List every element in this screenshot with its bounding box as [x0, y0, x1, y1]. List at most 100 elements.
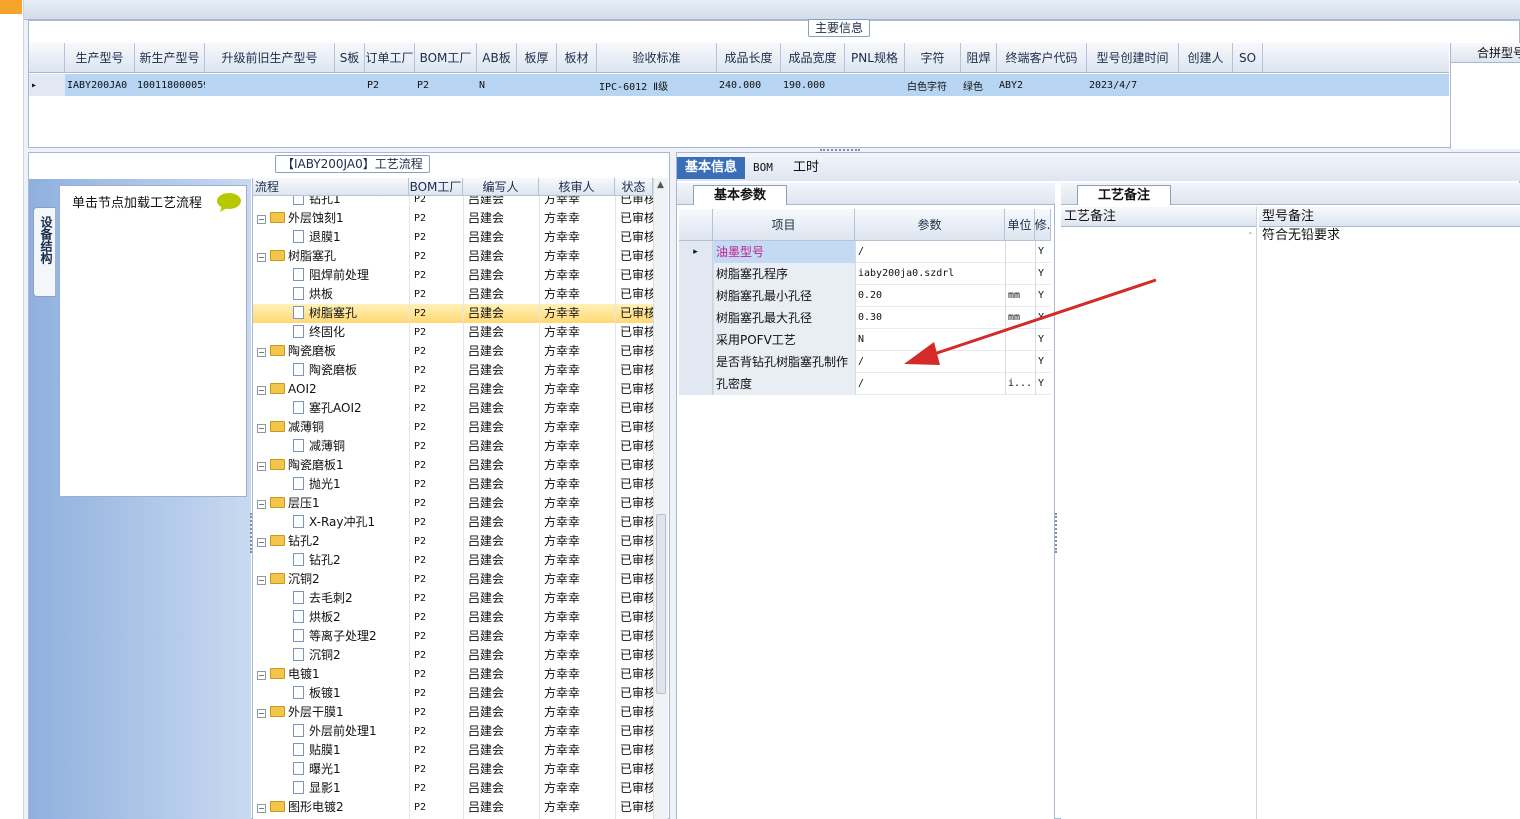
params-column-header[interactable]: 项目 [713, 209, 855, 240]
table-cell[interactable]: ABY2 [997, 74, 1087, 96]
tree-node[interactable]: 陶瓷磨板 [253, 361, 409, 380]
tree-row[interactable]: 退膜1 P2 吕建会 方幸幸 已审核 [253, 228, 653, 247]
table-cell[interactable]: N [477, 74, 517, 96]
collapse-icon[interactable]: − [257, 709, 266, 718]
column-header[interactable]: BOM工厂 [415, 43, 477, 72]
collapse-icon[interactable]: − [257, 671, 266, 680]
column-header[interactable]: 创建人 [1179, 43, 1233, 72]
column-header[interactable]: 阻焊 [961, 43, 997, 72]
tree-node[interactable]: − 钻孔2 [253, 532, 409, 551]
collapse-icon[interactable]: − [257, 500, 266, 509]
tree-column-header[interactable]: 状态 [615, 178, 653, 195]
tree-row[interactable]: − 电镀1 P2 吕建会 方幸幸 已审核 [253, 665, 653, 684]
column-header[interactable]: AB板 [477, 43, 517, 72]
tree-node[interactable]: 钻孔1 [253, 196, 409, 209]
process-note-tab[interactable]: 工艺备注 [1077, 185, 1172, 205]
tree-row[interactable]: 终固化 P2 吕建会 方幸幸 已审核 [253, 323, 653, 342]
table-cell[interactable] [335, 74, 365, 96]
tree-scroll-thumb[interactable] [656, 514, 666, 694]
tree-node[interactable]: 贴膜1 [253, 741, 409, 760]
tab-basic-info[interactable]: 基本信息 [677, 157, 746, 179]
column-header[interactable]: 新生产型号 [135, 43, 205, 72]
tree-node[interactable]: 板镀1 [253, 684, 409, 703]
row-indicator[interactable]: ▸ [679, 241, 713, 263]
tree-row[interactable]: 抛光1 P2 吕建会 方幸幸 已审核 [253, 475, 653, 494]
table-cell[interactable] [205, 74, 335, 96]
tree-row[interactable]: − 沉铜2 P2 吕建会 方幸幸 已审核 [253, 570, 653, 589]
column-header[interactable]: 型号创建时间 [1087, 43, 1179, 72]
params-column-header[interactable]: 修. [1035, 209, 1051, 240]
params-column-header[interactable]: 参数 [855, 209, 1005, 240]
column-header[interactable]: 板厚 [517, 43, 557, 72]
tree-node[interactable]: 外层前处理1 [253, 722, 409, 741]
tree-node[interactable]: X-Ray冲孔1 [253, 513, 409, 532]
collapse-icon[interactable]: − [257, 424, 266, 433]
column-header[interactable]: 成品长度 [717, 43, 781, 72]
tree-node[interactable]: 等离子处理2 [253, 627, 409, 646]
tree-node[interactable]: − 树脂塞孔 [253, 247, 409, 266]
tree-node[interactable]: − 陶瓷磨板 [253, 342, 409, 361]
tree-node[interactable]: − 陶瓷磨板1 [253, 456, 409, 475]
tree-node[interactable]: 去毛刺2 [253, 589, 409, 608]
tree-row[interactable]: 钻孔1 P2 吕建会 方幸幸 已审核 [253, 196, 653, 209]
tree-node[interactable]: 阻焊前处理 [253, 266, 409, 285]
column-header[interactable]: 升级前旧生产型号 [205, 43, 335, 72]
tree-row[interactable]: 钻孔2 P2 吕建会 方幸幸 已审核 [253, 551, 653, 570]
tree-row[interactable]: 显影1 P2 吕建会 方幸幸 已审核 [253, 779, 653, 798]
tree-row[interactable]: − 钻孔2 P2 吕建会 方幸幸 已审核 [253, 532, 653, 551]
tree-row[interactable]: 曝光1 P2 吕建会 方幸幸 已审核 [253, 760, 653, 779]
tree-row[interactable]: − 层压1 P2 吕建会 方幸幸 已审核 [253, 494, 653, 513]
table-row[interactable]: ▸ 油墨型号 / Y [679, 241, 1051, 263]
tree-row[interactable]: 等离子处理2 P2 吕建会 方幸幸 已审核 [253, 627, 653, 646]
table-cell[interactable]: 白色字符 [905, 74, 961, 96]
collapse-icon[interactable]: − [257, 576, 266, 585]
column-header[interactable]: S板 [335, 43, 365, 72]
tree-node[interactable]: − 电镀1 [253, 665, 409, 684]
tree-node[interactable]: − 减薄铜 [253, 418, 409, 437]
row-indicator[interactable] [679, 307, 713, 329]
collapse-icon[interactable]: − [257, 253, 266, 262]
tab-work-hours[interactable]: 工时 [785, 157, 827, 179]
column-header[interactable]: 终端客户代码 [997, 43, 1087, 72]
tree-row[interactable]: 树脂塞孔 P2 吕建会 方幸幸 已审核 [253, 304, 653, 323]
row-indicator[interactable] [679, 329, 713, 351]
tree-column-header[interactable]: 流程 [253, 178, 409, 195]
tree-row[interactable]: 贴膜1 P2 吕建会 方幸幸 已审核 [253, 741, 653, 760]
tree-column-header[interactable]: BOM工厂 [409, 178, 463, 195]
tree-node[interactable]: 沉铜2 [253, 646, 409, 665]
tree-node[interactable]: 抛光1 [253, 475, 409, 494]
table-cell[interactable]: IPC-6012 Ⅱ级 [597, 74, 717, 96]
table-cell[interactable] [1233, 74, 1263, 96]
table-cell[interactable]: 绿色 [961, 74, 997, 96]
tree-node[interactable]: 烘板 [253, 285, 409, 304]
collapse-icon[interactable]: − [257, 215, 266, 224]
column-header[interactable]: 板材 [557, 43, 597, 72]
tree-node[interactable]: − 外层蚀刻1 [253, 209, 409, 228]
basic-params-tab[interactable]: 基本参数 [693, 185, 788, 205]
tree-row[interactable]: 陶瓷磨板 P2 吕建会 方幸幸 已审核 [253, 361, 653, 380]
tree-node[interactable]: − 沉铜2 [253, 570, 409, 589]
model-note-value[interactable]: 符合无铅要求 [1259, 227, 1520, 245]
tree-node[interactable]: − 外层干膜1 [253, 703, 409, 722]
tree-row[interactable]: − 外层干膜1 P2 吕建会 方幸幸 已审核 [253, 703, 653, 722]
table-row[interactable]: ▸IABY200JA010011800005964P2P2NIPC-6012 Ⅱ… [29, 74, 1449, 96]
device-structure-tab[interactable]: 设备结构 [33, 207, 55, 297]
tree-row[interactable]: − AOI2 P2 吕建会 方幸幸 已审核 [253, 380, 653, 399]
tree-row[interactable]: 烘板 P2 吕建会 方幸幸 已审核 [253, 285, 653, 304]
tree-row[interactable]: 外层前处理1 P2 吕建会 方幸幸 已审核 [253, 722, 653, 741]
column-header[interactable]: PNL规格 [845, 43, 905, 72]
tree-node[interactable]: 烘板2 [253, 608, 409, 627]
column-header[interactable]: 验收标准 [597, 43, 717, 72]
collapse-icon[interactable]: − [257, 538, 266, 547]
table-cell[interactable]: P2 [365, 74, 415, 96]
tree-node[interactable]: − 层压1 [253, 494, 409, 513]
collapse-icon[interactable]: − [257, 348, 266, 357]
tree-node[interactable]: − AOI2 [253, 380, 409, 399]
column-header[interactable]: 订单工厂 [365, 43, 415, 72]
table-cell[interactable]: IABY200JA0 [65, 74, 135, 96]
row-indicator[interactable] [679, 285, 713, 307]
param-value[interactable]: / [855, 241, 1005, 263]
tree-row[interactable]: − 陶瓷磨板 P2 吕建会 方幸幸 已审核 [253, 342, 653, 361]
row-indicator[interactable] [679, 351, 713, 373]
table-cell[interactable]: 10011800005964 [135, 74, 205, 96]
